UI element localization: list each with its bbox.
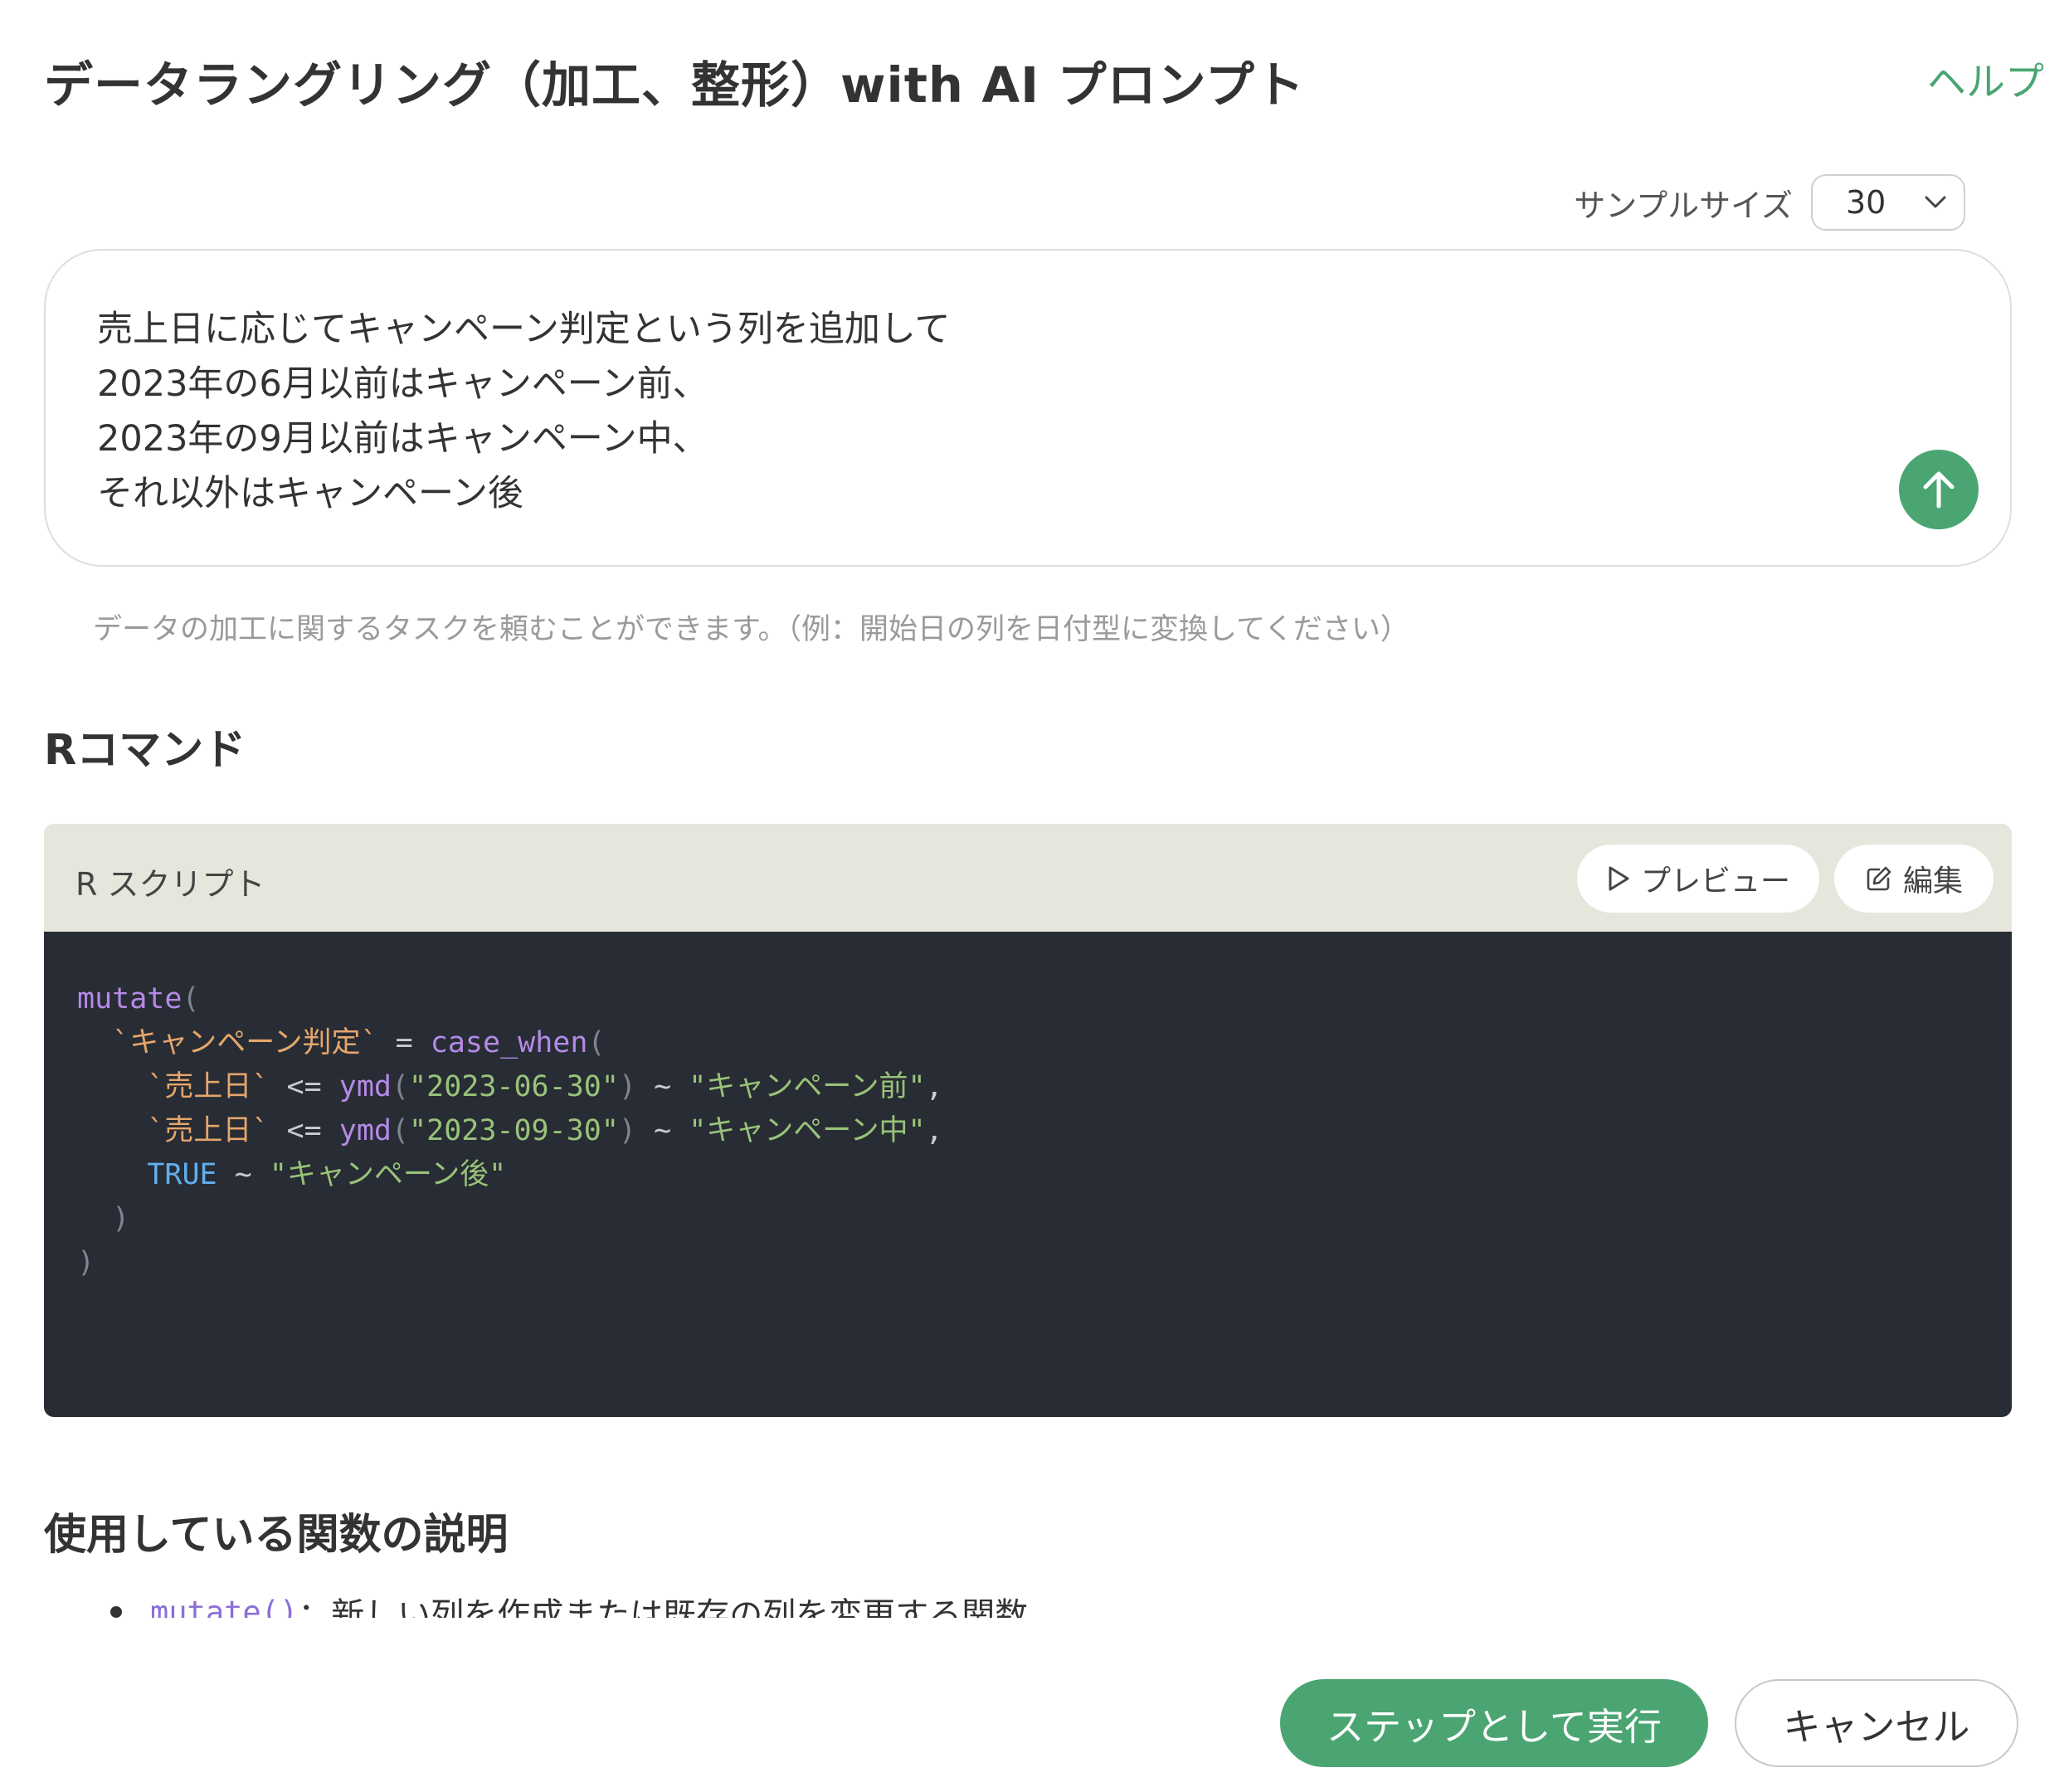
code-token: "キャンペーン前" [689,1070,926,1103]
preview-label: プレビュー [1640,864,1790,898]
functions-title: 使用している関数の説明 [44,1511,509,1560]
r-command-title: Rコマンド [44,726,246,775]
code-panel-header: R スクリプト プレビュー 編集 [44,824,2012,932]
code-panel: R スクリプト プレビュー 編集 mutate( `キャンペーン判定` = ca… [44,824,2012,1417]
prompt-input[interactable]: 売上日に応じてキャンペーン判定という列を追加して 2023年の6月以前はキャンペ… [44,249,2012,567]
code-token: `売上日` [147,1114,270,1147]
code-token: TRUE [147,1158,217,1191]
sample-size-row: サンプルサイズ 30 [1574,174,1965,231]
code-token: ) [77,1246,95,1279]
code-token: <= [269,1114,339,1147]
edit-label: 編集 [1902,864,1963,898]
code-token: ) [112,1202,130,1235]
function-name: mutate() [150,1594,299,1619]
code-token: ~ [217,1158,270,1191]
code-token: "2023-09-30" [409,1114,619,1147]
functions-list: mutate() ：新しい列を作成または既存の列を変更する関数 [44,1576,2012,1618]
sample-size-label: サンプルサイズ [1574,187,1793,224]
code-token: "キャンペーン中" [689,1114,926,1147]
code-token: ymd [338,1070,392,1103]
code-token: , [925,1070,943,1103]
cancel-button[interactable]: キャンセル [1735,1679,2018,1767]
sample-size-select[interactable]: 30 [1811,174,1965,231]
edit-button[interactable]: 編集 [1834,845,1994,913]
code-token: mutate [77,982,183,1015]
sample-size-value: 30 [1846,184,1886,221]
code-token: `キャンペーン判定` [112,1026,378,1059]
code-token: = [377,1026,431,1059]
play-icon [1609,866,1629,891]
chevron-down-icon [1925,196,1946,208]
code-token: "2023-06-30" [409,1070,619,1103]
code-token: ( [391,1070,410,1103]
prompt-hint: データの加工に関するタスクを頼むことができます。（例：開始日の列を日付型に変換し… [93,613,1409,646]
code-editor[interactable]: mutate( `キャンペーン判定` = case_when( `売上日` <=… [44,932,2012,1417]
code-token: <= [269,1070,339,1103]
arrow-up-icon [1923,471,1955,509]
code-token: ( [182,982,200,1015]
list-item: mutate() ：新しい列を作成または既存の列を変更する関数 [110,1588,1028,1618]
page-title: データラングリング（加工、整形）with AI プロンプト [44,56,1305,114]
code-token: "キャンペーン後" [269,1158,507,1191]
run-as-step-button[interactable]: ステップとして実行 [1280,1679,1708,1767]
send-button[interactable] [1899,450,1979,529]
r-script-code: mutate( `キャンペーン判定` = case_when( `売上日` <=… [77,977,943,1285]
code-token: ~ [636,1114,689,1147]
help-link[interactable]: ヘルプ [1927,50,2044,107]
code-token: case_when [430,1026,588,1059]
prompt-text[interactable]: 売上日に応じてキャンペーン判定という列を追加して 2023年の6月以前はキャンペ… [97,302,951,521]
code-token: ) [618,1070,636,1103]
bullet-icon [110,1606,122,1618]
edit-icon [1867,866,1891,891]
function-description: ：新しい列を作成または既存の列を変更する関数 [298,1596,1029,1618]
code-token: ) [618,1114,636,1147]
code-token: , [925,1114,943,1147]
code-token: `売上日` [147,1070,270,1103]
code-token: ~ [636,1070,689,1103]
code-panel-label: R スクリプト [75,866,265,903]
code-token: ( [587,1026,606,1059]
preview-button[interactable]: プレビュー [1577,845,1819,913]
code-token: ymd [338,1114,392,1147]
code-token: ( [391,1114,410,1147]
